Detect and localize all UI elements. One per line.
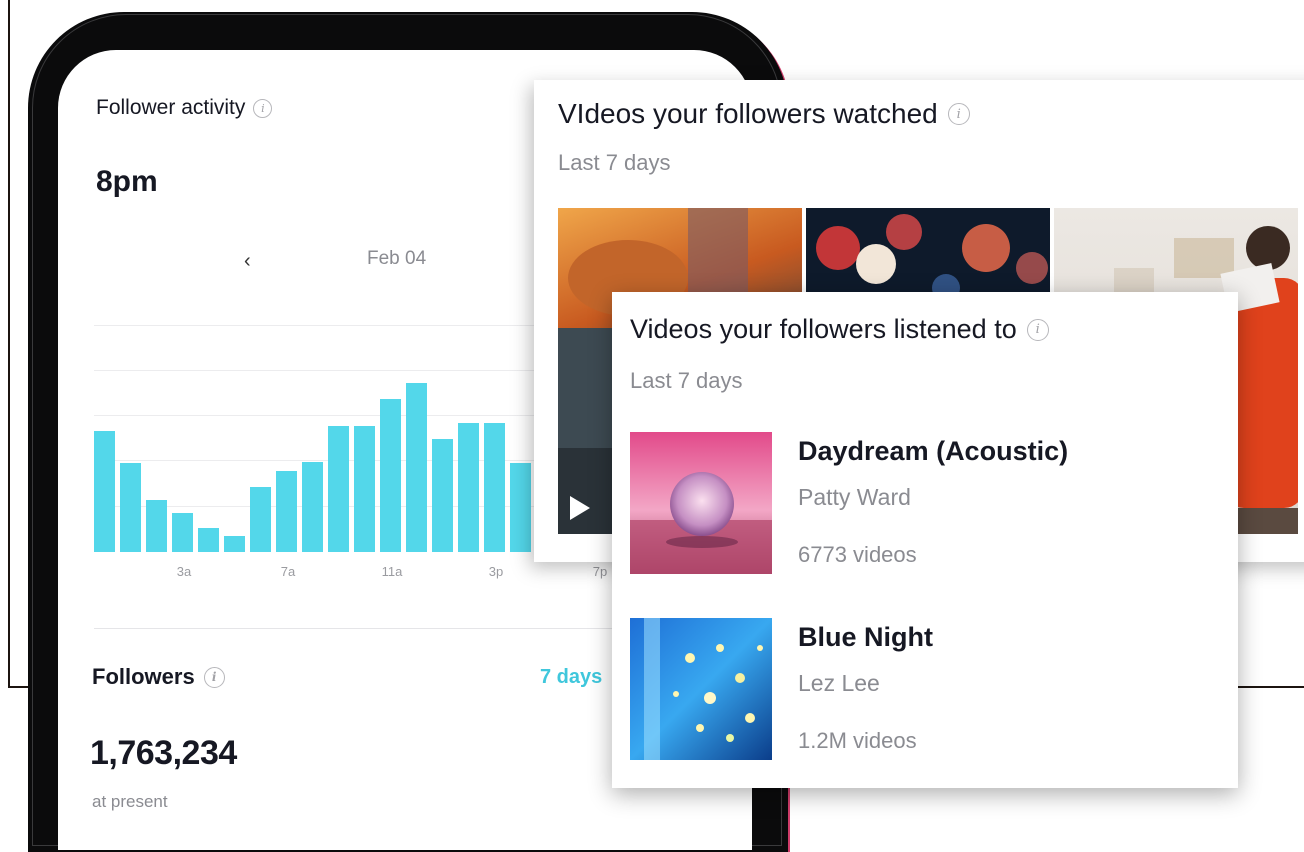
- chart-bar: [380, 399, 401, 552]
- info-icon[interactable]: i: [947, 103, 970, 125]
- chart-bar: [458, 423, 479, 552]
- chart-bar: [406, 383, 427, 552]
- album-art-image: [630, 432, 772, 574]
- chart-bar: [146, 500, 167, 552]
- videos-listened-title: Videos your followers listened to: [630, 314, 1017, 344]
- song-item[interactable]: Daydream (Acoustic) Patty Ward 6773 vide…: [630, 432, 1230, 576]
- song-artist: Lez Lee: [798, 670, 880, 696]
- song-video-count: 1.2M videos: [798, 728, 917, 753]
- chevron-left-icon[interactable]: ‹: [244, 250, 251, 273]
- chart-bar: [198, 528, 219, 552]
- range-selector[interactable]: 7 days: [540, 666, 602, 689]
- chart-bar: [250, 487, 271, 552]
- info-icon[interactable]: i: [253, 98, 273, 118]
- peak-time: 8pm: [96, 165, 158, 198]
- videos-listened-heading: Videos your followers listened to i: [630, 314, 1049, 345]
- chart-bar: [302, 462, 323, 552]
- date-label: Feb 04: [367, 248, 427, 269]
- chart-bar: [172, 513, 193, 552]
- info-icon[interactable]: i: [203, 666, 225, 688]
- chart-bar: [432, 439, 453, 552]
- x-tick-label: 11a: [381, 564, 403, 579]
- chart-bar: [354, 426, 375, 552]
- x-tick-label: 3p: [488, 564, 504, 579]
- song-item[interactable]: Blue Night Lez Lee 1.2M videos: [630, 618, 1230, 762]
- videos-watched-title: VIdeos your followers watched: [558, 98, 938, 129]
- album-art-image: [630, 618, 772, 760]
- song-artist: Patty Ward: [798, 484, 911, 510]
- x-tick-label: 7a: [280, 564, 296, 579]
- videos-watched-heading: VIdeos your followers watched i: [558, 98, 970, 130]
- play-icon: [570, 496, 590, 520]
- chart-bar: [510, 463, 531, 552]
- videos-listened-subtitle: Last 7 days: [630, 368, 743, 393]
- chart-bar: [328, 426, 349, 552]
- follower-activity-title: Follower activity: [96, 96, 246, 119]
- chart-bar: [94, 431, 115, 552]
- x-axis: 3a 7a 11a 3p 7p: [94, 564, 654, 584]
- song-video-count: 6773 videos: [798, 542, 917, 567]
- follower-activity-heading: Follower activity i: [96, 96, 273, 120]
- videos-listened-card: Videos your followers listened to i Last…: [612, 292, 1238, 788]
- chart-bar: [224, 536, 245, 552]
- chart-bar: [484, 423, 505, 552]
- follower-count: 1,763,234: [90, 734, 237, 772]
- follower-count-caption: at present: [92, 792, 168, 811]
- song-title: Daydream (Acoustic): [798, 436, 1069, 466]
- chart-bar: [276, 471, 297, 552]
- song-title: Blue Night: [798, 622, 933, 652]
- followers-heading: Followers i: [92, 664, 225, 690]
- followers-title: Followers: [92, 664, 195, 689]
- background-frame-line: [8, 0, 10, 688]
- info-icon[interactable]: i: [1026, 318, 1049, 341]
- x-tick-label: 7p: [592, 564, 608, 579]
- x-tick-label: 3a: [176, 564, 192, 579]
- chart-bar: [120, 463, 141, 552]
- videos-watched-subtitle: Last 7 days: [558, 150, 671, 175]
